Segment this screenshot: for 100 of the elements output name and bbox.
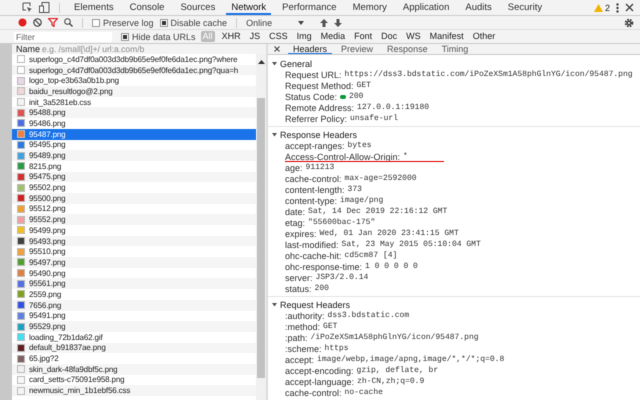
scroll-up-icon[interactable] <box>258 60 264 64</box>
type-filter-button[interactable]: CSS <box>267 31 290 42</box>
header-name: expires: <box>285 228 317 238</box>
device-icon[interactable] <box>39 2 50 13</box>
header-value: https <box>324 344 349 353</box>
request-row[interactable]: loading_72b1da62.gif <box>12 332 256 343</box>
type-filter-button[interactable]: JS <box>248 31 262 42</box>
warning-count[interactable]: 2 <box>604 2 610 12</box>
filter-input[interactable]: Filter <box>14 32 112 42</box>
request-row[interactable]: 95486.png <box>12 118 256 129</box>
header-value: GET <box>356 81 371 90</box>
panel-tab[interactable]: Sources <box>175 0 220 15</box>
request-row[interactable]: 95500.png <box>12 192 256 204</box>
type-filter-button[interactable]: WS <box>404 31 423 42</box>
request-row[interactable]: baidu_resultlogo@2.png <box>12 86 256 97</box>
column-header[interactable]: Name <box>16 44 40 54</box>
request-row[interactable]: 95512.png <box>12 204 256 214</box>
section-header[interactable]: Request Headers <box>268 299 640 310</box>
upload-icon[interactable] <box>320 18 328 26</box>
request-row[interactable]: 8215.png <box>12 160 256 172</box>
request-row[interactable]: 95497.png <box>12 257 256 268</box>
scrollbar[interactable] <box>256 54 266 400</box>
header-name: :method: <box>285 322 320 332</box>
close-icon[interactable] <box>625 3 634 12</box>
section-header[interactable]: Response Headers <box>268 129 640 140</box>
request-row[interactable]: 95490.png <box>12 268 256 278</box>
request-row[interactable]: 95489.png <box>12 150 256 161</box>
filter-icon[interactable] <box>48 18 58 27</box>
type-filter-button[interactable]: Other <box>470 31 498 42</box>
disable-cache-checkbox[interactable]: Disable cache <box>160 18 228 28</box>
request-row[interactable]: default_b91837ae.png <box>12 342 256 354</box>
header-name: Request URL: <box>285 70 342 80</box>
header-name: accept-ranges: <box>285 140 345 150</box>
request-row[interactable]: 95502.png <box>12 182 256 193</box>
panel-tab[interactable]: Console <box>124 0 170 15</box>
request-row[interactable]: 95552.png <box>12 214 256 225</box>
header-value: no-cache <box>344 388 383 397</box>
preserve-log-checkbox[interactable]: Preserve log <box>92 18 154 28</box>
search-icon[interactable] <box>64 18 73 27</box>
type-filter-button[interactable]: Img <box>294 31 314 42</box>
detail-tab[interactable]: Headers <box>288 44 332 54</box>
request-row[interactable]: 7656.png <box>12 300 256 310</box>
header-name: ohc-response-time: <box>285 262 362 272</box>
type-filter-button[interactable]: Manifest <box>428 31 466 42</box>
header-name: status: <box>285 284 312 294</box>
request-row[interactable]: skin_dark-48fa9dbf5c.png <box>12 364 256 375</box>
inspect-icon[interactable] <box>22 2 33 13</box>
request-row[interactable]: 95495.png <box>12 140 256 150</box>
request-row[interactable]: 95475.png <box>12 172 256 182</box>
header-value: https://dss3.bdstatic.com/iPoZeXSm1A58phGlnYG/icon/95487.png <box>344 70 633 79</box>
panel-tab[interactable]: Application <box>398 0 454 15</box>
record-icon[interactable] <box>18 18 27 27</box>
request-row[interactable]: newmusic_min_1b1ebf56.css <box>12 385 256 396</box>
request-row[interactable]: 95561.png <box>12 278 256 290</box>
request-row[interactable]: 95491.png <box>12 310 256 322</box>
request-row[interactable]: 95499.png <box>12 225 256 236</box>
throttle-dropdown[interactable]: Online <box>246 18 304 28</box>
request-row[interactable]: 95510.png <box>12 246 256 258</box>
triangle-icon[interactable] <box>272 132 277 137</box>
request-row[interactable]: 95488.png <box>12 107 256 118</box>
request-row[interactable]: 2559.png <box>12 289 256 300</box>
section-header[interactable]: General <box>268 58 640 69</box>
panel-tab[interactable]: Performance <box>277 0 342 15</box>
request-row[interactable]: logo_top-e3b63a0b1b.png <box>12 75 256 86</box>
request-row[interactable]: card_setts-c75091e958.png <box>12 374 256 386</box>
type-filter-button[interactable]: Font <box>352 31 374 42</box>
request-row[interactable]: 95487.png <box>12 128 256 140</box>
triangle-icon[interactable] <box>272 61 277 66</box>
caret-icon <box>298 20 304 24</box>
header-value: zh-CN,zh;q=0.9 <box>357 377 424 386</box>
detail-tab[interactable]: Preview <box>336 44 378 54</box>
detail-tab[interactable]: Timing <box>436 44 474 54</box>
type-filter-button[interactable]: Media <box>318 31 348 42</box>
more-menu-icon[interactable] <box>616 2 619 12</box>
request-row[interactable]: superlogo_c4d7df0a003d3db9b65e9ef0fe6da1ec.png?where <box>12 54 256 65</box>
detail-tab[interactable]: Response <box>382 44 433 54</box>
panel-tab[interactable]: Audits <box>460 0 497 15</box>
request-row[interactable]: 95493.png <box>12 236 256 246</box>
header-value: unsafe-url <box>350 114 398 123</box>
request-row[interactable]: 95529.png <box>12 321 256 332</box>
settings-icon[interactable] <box>624 18 634 28</box>
header-name: last-modified: <box>285 240 339 250</box>
header-name: date: <box>285 206 306 216</box>
request-row[interactable]: 65.jpg?2 <box>12 353 256 364</box>
panel-tab[interactable]: Memory <box>348 0 392 15</box>
panel-tab[interactable]: Security <box>502 0 548 15</box>
type-filter-button[interactable]: Doc <box>379 31 400 42</box>
clear-icon[interactable] <box>33 18 42 27</box>
filter-hint: e.g. /small[\d]+/ url:a.com/b <box>42 44 144 54</box>
triangle-icon[interactable] <box>272 302 277 307</box>
download-icon[interactable] <box>334 18 342 26</box>
close-icon[interactable] <box>274 46 280 52</box>
type-filter-button[interactable]: XHR <box>220 31 243 42</box>
header-value: Sat, 14 Dec 2019 22:16:12 GMT <box>308 207 448 216</box>
request-row[interactable]: superlogo_c4d7df0a003d3db9b65e9ef0fe6da1ec.png?qua=h <box>12 64 256 76</box>
header-name: Remote Address: <box>285 102 354 112</box>
request-row[interactable]: init_3a5281eb.css <box>12 96 256 108</box>
hide-data-urls-checkbox[interactable]: Hide data URLs <box>121 32 196 42</box>
header-name: Referrer Policy: <box>285 114 348 124</box>
panel-tab[interactable]: Elements <box>69 0 119 15</box>
